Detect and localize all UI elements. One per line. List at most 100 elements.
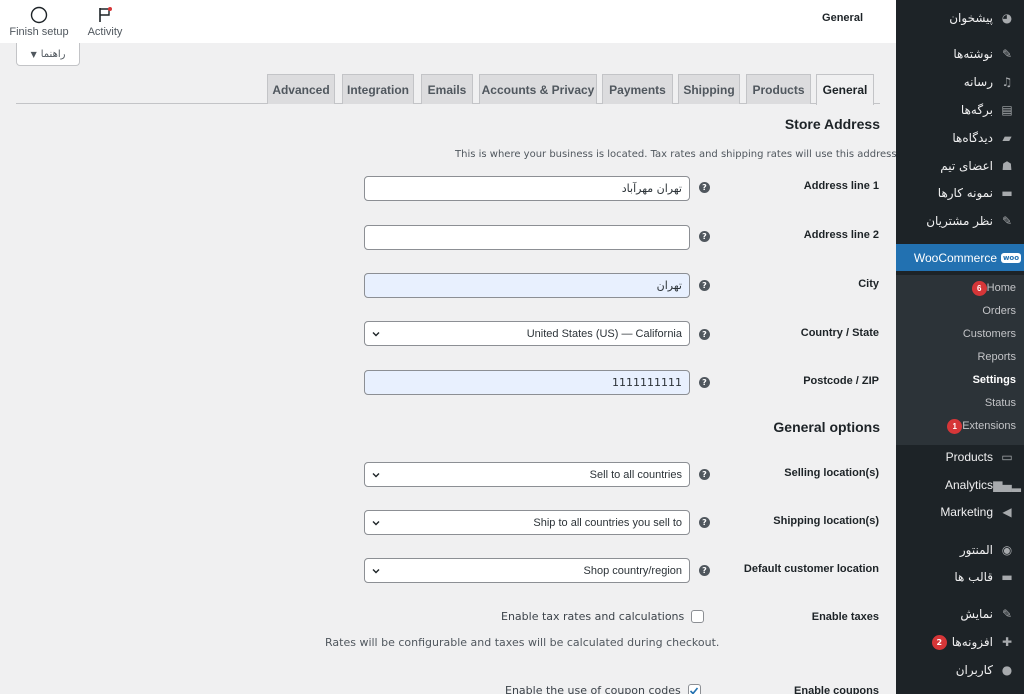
enable-coupons-label: Enable coupons	[794, 685, 879, 694]
elementor-icon: ◉	[1001, 543, 1013, 557]
caret-down-icon: ▼	[30, 49, 37, 59]
tab-emails[interactable]: Emails	[421, 74, 473, 104]
selling-locations-label: Selling location(s)	[784, 467, 879, 479]
help-icon[interactable]: ?	[699, 329, 710, 340]
chevron-down-icon	[372, 519, 380, 527]
help-icon[interactable]: ?	[699, 517, 710, 528]
pin-icon: ✎	[1001, 214, 1013, 228]
flag-icon	[98, 6, 112, 24]
plugins-count-badge: 2	[931, 634, 947, 650]
page-title: General	[822, 12, 863, 24]
tab-general[interactable]: General	[816, 74, 874, 105]
progress-circle-icon	[30, 6, 48, 24]
folder-icon: ▬	[1001, 570, 1013, 584]
tab-integration[interactable]: Integration	[342, 74, 414, 104]
sidebar-item-pages[interactable]: ▤ برگه‌ها	[896, 97, 1024, 123]
enable-taxes-text: Enable tax rates and calculations	[501, 610, 685, 623]
sidebar-item-elementor[interactable]: ◉ المنتور	[896, 537, 1024, 563]
tab-payments[interactable]: Payments	[602, 74, 673, 104]
home-count-badge: 6	[971, 280, 987, 296]
products-icon: ▭	[1001, 450, 1013, 464]
tab-advanced[interactable]: Advanced	[267, 74, 335, 104]
brush-icon: ✎	[1001, 607, 1013, 621]
default-customer-location-select[interactable]: Shop country/region	[364, 558, 690, 583]
submenu-item-home[interactable]: Home 6	[968, 278, 1016, 298]
tab-accounts-privacy[interactable]: Accounts & Privacy	[479, 74, 597, 104]
sidebar-item-comments[interactable]: ▰ دیدگاه‌ها	[896, 125, 1024, 151]
submenu-item-customers[interactable]: Customers	[963, 324, 1016, 344]
comment-icon: ▰	[1002, 131, 1012, 145]
sidebar-item-analytics[interactable]: ▂▄▆ Analytics	[896, 472, 1024, 498]
sidebar-item-products[interactable]: ▭ Products	[896, 444, 1024, 470]
enable-taxes-checkbox[interactable]	[691, 610, 705, 623]
submenu-item-settings[interactable]: Settings	[973, 370, 1016, 390]
address-line-2-input[interactable]	[364, 225, 690, 250]
sidebar-item-testimonials[interactable]: ✎ نظر مشتریان	[896, 208, 1024, 234]
enable-taxes-option[interactable]: Enable tax rates and calculations	[501, 610, 705, 623]
chevron-down-icon	[372, 471, 380, 479]
help-icon[interactable]: ?	[699, 280, 710, 291]
enable-coupons-option[interactable]: Enable the use of coupon codes	[505, 684, 701, 694]
checkmark-icon	[690, 686, 699, 694]
shipping-locations-select[interactable]: Ship to all countries you sell to	[364, 510, 690, 535]
chevron-down-icon	[372, 567, 380, 575]
sidebar-item-plugins[interactable]: ✚ افزونه‌ها 2	[896, 629, 1024, 655]
media-icon: ♫	[1001, 75, 1013, 89]
sidebar-item-media[interactable]: ♫ رسانه	[896, 69, 1024, 95]
submenu-item-extensions[interactable]: Extensions 1	[946, 416, 1016, 436]
team-icon: ☗	[1001, 159, 1013, 173]
plugin-icon: ✚	[1001, 635, 1013, 649]
address-line-1-input[interactable]: تهران مهرآباد	[364, 176, 690, 201]
sidebar-item-users[interactable]: ● کاربران	[896, 657, 1024, 683]
help-icon[interactable]: ?	[699, 565, 710, 576]
help-icon[interactable]: ?	[699, 182, 710, 193]
submenu-item-reports[interactable]: Reports	[977, 347, 1016, 367]
sidebar-item-marketing[interactable]: ◀ Marketing	[896, 499, 1024, 525]
postcode-input[interactable]: 1111111111	[364, 370, 690, 395]
sidebar-item-posts[interactable]: ✎ نوشته‌ها	[896, 41, 1024, 67]
submenu-item-status[interactable]: Status	[985, 393, 1016, 413]
postcode-label: Postcode / ZIP	[803, 375, 879, 387]
tab-products[interactable]: Products	[746, 74, 811, 104]
default-customer-location-value: Shop country/region	[583, 564, 682, 577]
settings-tabs: Advanced Integration Emails Accounts & P…	[16, 74, 880, 105]
enable-coupons-checkbox[interactable]	[687, 684, 701, 694]
help-tab-button[interactable]: راهنما ▼	[16, 43, 80, 66]
finish-setup-button[interactable]: Finish setup	[8, 0, 70, 43]
address-line-2-label: Address line 2	[803, 229, 879, 241]
user-icon: ●	[1001, 663, 1013, 677]
activity-button[interactable]: Activity	[84, 0, 126, 43]
shipping-locations-label: Shipping location(s)	[773, 515, 879, 527]
enable-taxes-label: Enable taxes	[811, 611, 879, 623]
default-customer-location-label: Default customer location	[743, 563, 879, 575]
extensions-count-badge: 1	[947, 418, 963, 434]
help-icon[interactable]: ?	[699, 231, 710, 242]
analytics-icon: ▂▄▆	[993, 478, 1021, 492]
enable-taxes-description: Rates will be configurable and taxes wil…	[325, 636, 720, 649]
country-state-value: United States (US) — California	[526, 327, 682, 340]
country-state-select[interactable]: United States (US) — California	[364, 321, 690, 346]
sidebar-item-appearance[interactable]: ✎ نمایش	[896, 601, 1024, 627]
sidebar-item-dashboard[interactable]: ◕ پیشخوان	[896, 5, 1024, 31]
general-options-heading: General options	[773, 419, 880, 435]
woo-icon: woo	[1000, 252, 1022, 263]
enable-coupons-text: Enable the use of coupon codes	[505, 684, 681, 694]
help-icon[interactable]: ?	[699, 377, 710, 388]
submenu-item-orders[interactable]: Orders	[982, 301, 1016, 321]
help-icon[interactable]: ?	[699, 469, 710, 480]
selling-locations-value: Sell to all countries	[589, 468, 682, 481]
shipping-locations-value: Ship to all countries you sell to	[533, 516, 682, 529]
finish-setup-label: Finish setup	[9, 25, 69, 38]
country-state-label: Country / State	[800, 327, 879, 339]
admin-sidebar: ◕ پیشخوان ✎ نوشته‌ها ♫ رسانه ▤ برگه‌ها ▰…	[889, 0, 1024, 694]
store-address-description: This is where your business is located. …	[455, 149, 900, 160]
help-tab-label: راهنما	[40, 48, 66, 60]
sidebar-item-team[interactable]: ☗ اعضای تیم	[896, 153, 1024, 179]
sidebar-item-portfolio[interactable]: ▬ نمونه کارها	[896, 180, 1024, 206]
selling-locations-select[interactable]: Sell to all countries	[364, 462, 690, 487]
city-input[interactable]: تهران	[364, 273, 690, 298]
tab-shipping[interactable]: Shipping	[678, 74, 740, 104]
sidebar-item-woocommerce[interactable]: woo WooCommerce	[889, 244, 1024, 271]
folder-icon: ▬	[1001, 186, 1013, 200]
sidebar-item-templates[interactable]: ▬ قالب ها	[896, 564, 1024, 590]
